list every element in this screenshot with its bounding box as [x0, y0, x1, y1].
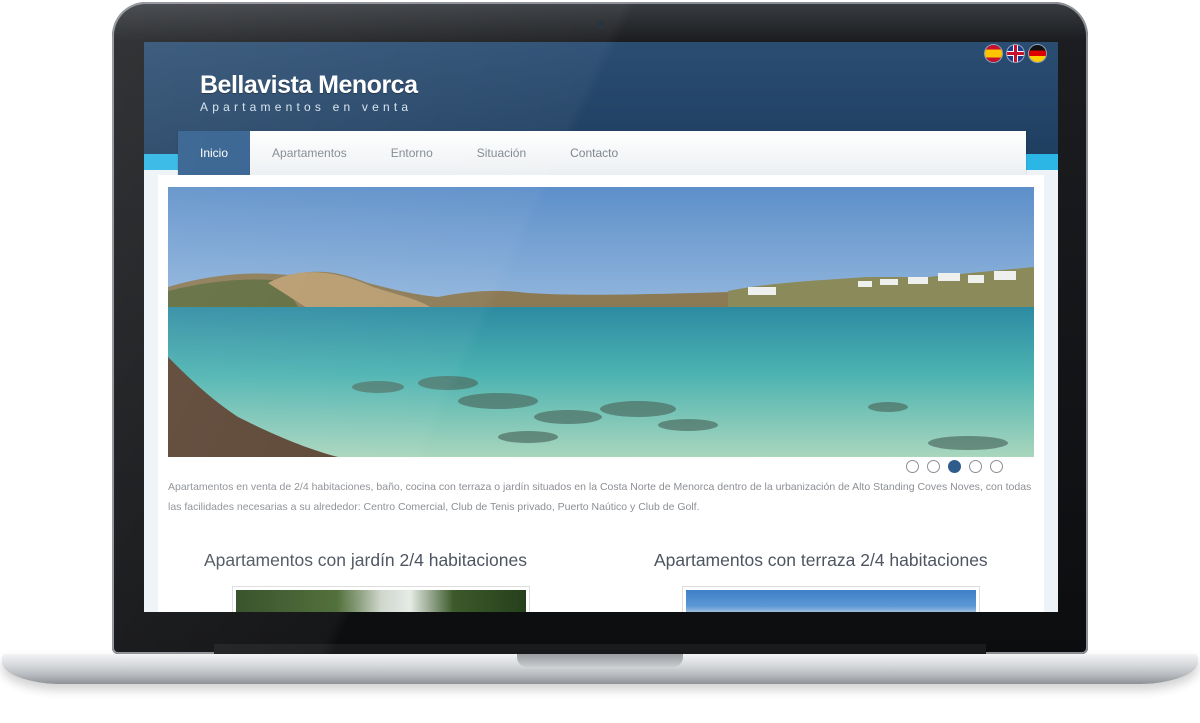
slider-dot[interactable]	[990, 460, 1003, 473]
uk-flag-icon[interactable]	[1007, 45, 1024, 62]
site-logo[interactable]: Bellavista Menorca Apartamentos en venta	[200, 70, 418, 114]
nav-item-entorno[interactable]: Entorno	[369, 131, 455, 175]
laptop-hinge	[214, 644, 986, 654]
nav-item-inicio[interactable]: Inicio	[178, 131, 251, 175]
site-subtitle: Apartamentos en venta	[200, 100, 413, 114]
nav-item-contacto[interactable]: Contacto	[548, 131, 640, 175]
de-flag-icon[interactable]	[1029, 45, 1046, 62]
slider-dot[interactable]	[906, 460, 919, 473]
camera-icon	[597, 21, 604, 28]
hero-slider-image	[168, 187, 1034, 457]
main-nav: Inicio Apartamentos Entorno Situación Co…	[178, 131, 1026, 175]
nav-item-apartamentos[interactable]: Apartamentos	[250, 131, 369, 175]
slide-landscape	[168, 267, 1034, 457]
browser-viewport: Bellavista Menorca Apartamentos en venta…	[144, 42, 1058, 612]
slider-pagination	[906, 460, 1003, 473]
slider-dot[interactable]	[969, 460, 982, 473]
section-title-jardin: Apartamentos con jardín 2/4 habitaciones	[204, 550, 527, 570]
laptop-notch	[517, 654, 683, 667]
apartment-thumbnail-jardin[interactable]	[232, 586, 530, 612]
content-area: Apartamentos en venta de 2/4 habitacione…	[158, 175, 1044, 612]
es-flag-icon[interactable]	[985, 45, 1002, 62]
slider-dot[interactable]	[927, 460, 940, 473]
nav-item-situacion[interactable]: Situación	[455, 131, 548, 175]
language-switcher	[985, 45, 1046, 62]
slider-dot-active[interactable]	[948, 460, 961, 473]
intro-text: Apartamentos en venta de 2/4 habitacione…	[168, 481, 1032, 513]
site-title: Bellavista Menorca	[200, 71, 418, 99]
section-title-terraza: Apartamentos con terraza 2/4 habitacione…	[654, 550, 988, 570]
apartment-thumbnail-terraza[interactable]	[682, 586, 980, 612]
